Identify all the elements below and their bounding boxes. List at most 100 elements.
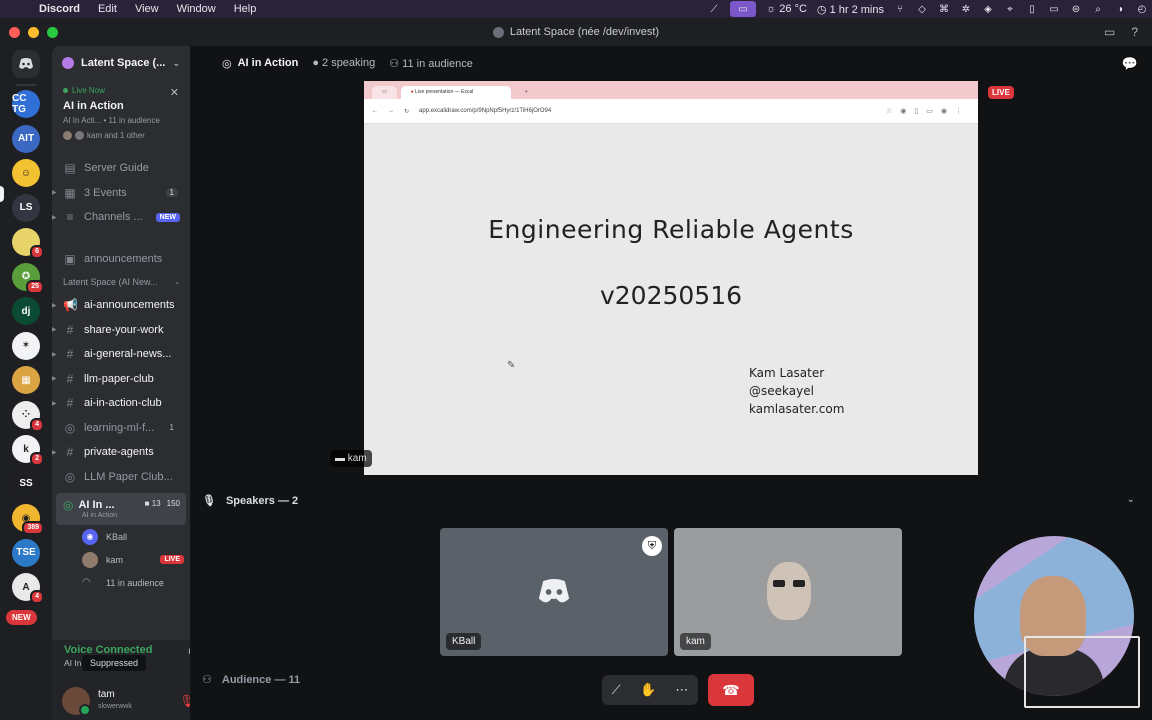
audience-title: Audience — 11	[221, 673, 301, 686]
clock-icon[interactable]: ◴	[1136, 3, 1148, 15]
screen-share-stream[interactable]: ▭ ● Live presentation — Excal + ← → ↻ ap…	[364, 81, 978, 475]
weather-status[interactable]: ☼ 26 °C	[766, 3, 807, 15]
channel-name: private-agents	[84, 446, 154, 459]
discord-home-icon[interactable]	[12, 50, 40, 78]
menu-edit[interactable]: Edit	[89, 3, 126, 15]
mention-badge: 4	[30, 590, 44, 604]
server-icon[interactable]: CC TG	[12, 90, 40, 118]
webcam-frame	[1024, 636, 1140, 708]
channel-type-icon: #	[66, 445, 74, 460]
channel-item[interactable]: ◎ learning-ml-f... 1	[52, 416, 190, 441]
zoom-window-button[interactable]	[47, 27, 58, 38]
window-controls	[9, 27, 58, 38]
channel-type-icon: ◎	[64, 420, 76, 435]
fork-icon[interactable]: ⑂	[894, 3, 906, 15]
chevron-down-icon[interactable]: ⌄	[1127, 494, 1135, 505]
user-name-block[interactable]: tam slowerwwk	[98, 689, 132, 713]
sidebar-item[interactable]: ▣ announcements	[52, 247, 190, 272]
server-icon[interactable]: LS	[12, 193, 40, 222]
mention-badge: 389	[22, 521, 44, 535]
vc-audience[interactable]: ◠ 11 in audience	[52, 571, 190, 594]
gear-tray-icon[interactable]: ✲	[960, 3, 972, 15]
menu-app-discord[interactable]: Discord	[30, 3, 89, 15]
location-icon[interactable]: ⌖	[1004, 3, 1016, 15]
expand-arrow-icon: ▶	[52, 449, 57, 456]
pen-off-icon[interactable]: ⟋	[708, 3, 720, 15]
server-icon[interactable]: ✶	[12, 331, 40, 360]
menu-help[interactable]: Help	[225, 3, 266, 15]
server-icon[interactable]: 6	[12, 228, 44, 259]
vc-user-kball[interactable]: ◉ KBall	[52, 525, 190, 548]
video-count-text: 13	[151, 499, 161, 508]
inbox-icon[interactable]: ▭	[1104, 25, 1115, 39]
channel-item[interactable]: ▶ # ai-in-action-club	[52, 391, 190, 416]
speakers-header[interactable]: 🎙 Speakers — 2 ⌄	[202, 494, 1135, 507]
chat-bubble-icon[interactable]: 💬	[1122, 56, 1138, 72]
server-icon[interactable]: AIT	[12, 124, 40, 153]
speaker-name: kam	[680, 633, 711, 650]
battery-icon[interactable]: ▭	[1048, 3, 1060, 15]
server-icon[interactable]: ◉ 389	[12, 504, 44, 535]
menu-window[interactable]: Window	[168, 3, 225, 15]
app-icon[interactable]: ⌘	[938, 3, 950, 15]
new-servers-pill[interactable]: NEW	[6, 610, 37, 625]
server-icon[interactable]: A4	[12, 573, 44, 604]
speaker-tile-kball[interactable]: ⛨ KBall	[440, 528, 668, 656]
channel-item[interactable]: ▶ # llm-paper-club	[52, 367, 190, 392]
channel-item[interactable]: ▶ # ai-general-news...	[52, 342, 190, 367]
user-switch-icon[interactable]: ◑	[1114, 3, 1126, 15]
doc-icon[interactable]: ▯	[1026, 3, 1038, 15]
channel-item[interactable]: ▶ 📢 ai-announcements	[52, 293, 190, 318]
search-icon[interactable]: ⌕	[1092, 3, 1104, 15]
audience-header[interactable]: ⚇ Audience — 11	[202, 673, 301, 687]
sidebar-item[interactable]: ▤ Server Guide	[52, 156, 190, 181]
server-label: ⁘	[21, 409, 31, 420]
mic-off-icon[interactable]: ⟋	[612, 682, 621, 698]
server-icon[interactable]: ✪ 25	[12, 262, 44, 294]
server-icon[interactable]: ☺	[12, 159, 40, 187]
discord-logo-icon	[538, 579, 570, 603]
server-icon[interactable]: ⁘ 4	[12, 400, 44, 432]
expand-arrow-icon: ▶	[52, 214, 57, 221]
pointer-icon: ✎	[507, 360, 516, 371]
moderator-shield-icon: ⛨	[642, 536, 662, 556]
mention-badge: 4	[30, 417, 44, 432]
speaking-text: 2 speaking	[322, 57, 376, 69]
dropbox-icon[interactable]: ◇	[916, 3, 928, 15]
server-icon[interactable]: TSE	[12, 538, 40, 567]
server-icon[interactable]: SS	[12, 469, 40, 498]
sidebar-item[interactable]: ▶ ≡ Channels ... NEW	[52, 205, 190, 230]
avatar[interactable]	[62, 687, 91, 716]
server-icon[interactable]: k2	[12, 435, 44, 466]
control-center-icon[interactable]: ⊜	[1070, 3, 1082, 15]
active-voice-channel[interactable]: ◎ AI In ... AI in Action ■ 13 150	[56, 493, 186, 525]
help-icon[interactable]: ?	[1131, 25, 1138, 39]
server-icon[interactable]: ▦	[12, 366, 40, 394]
mic-muted-icon[interactable]: 🎙	[180, 694, 190, 708]
menu-view[interactable]: View	[126, 3, 168, 15]
channel-item[interactable]: ▶ # private-agents	[52, 440, 190, 465]
layers-icon[interactable]: ◈	[982, 3, 994, 15]
window-titlebar: Latent Space (née /dev/invest) ▭ ?	[0, 18, 1152, 46]
guild-header[interactable]: Latent Space (... ⌄	[52, 46, 190, 80]
server-label: SS	[19, 478, 33, 489]
screen-share-icon[interactable]: ▭	[730, 1, 757, 17]
speaker-tile-kam[interactable]: kam	[674, 528, 902, 656]
leave-stage-button[interactable]: ☎	[708, 674, 754, 706]
minimize-window-button[interactable]	[28, 27, 39, 38]
live-stage-card[interactable]: Live Now AI in Action AI In Acti... • 11…	[56, 80, 186, 156]
category-header[interactable]: Latent Space (AI New... ⌄	[52, 271, 190, 293]
close-window-button[interactable]	[9, 27, 20, 38]
sidebar-item[interactable]: ▶ ▦ 3 Events 1	[52, 181, 190, 206]
audience-text: 11 in audience	[402, 57, 473, 70]
speakers-title: Speakers — 2	[225, 494, 299, 507]
channel-item[interactable]: ▶ # share-your-work	[52, 318, 190, 343]
server-label: ☺	[20, 167, 32, 179]
raise-hand-icon[interactable]: ✋	[640, 682, 656, 698]
vc-user-kam[interactable]: kam LIVE	[52, 548, 190, 571]
channel-item[interactable]: ◎ LLM Paper Club...	[52, 465, 190, 490]
close-icon[interactable]: ✕	[170, 86, 179, 99]
timer-status[interactable]: ◷ 1 hr 2 mins	[817, 3, 884, 16]
more-options-icon[interactable]: ⋯	[675, 682, 688, 698]
server-icon[interactable]: dj	[12, 297, 40, 325]
